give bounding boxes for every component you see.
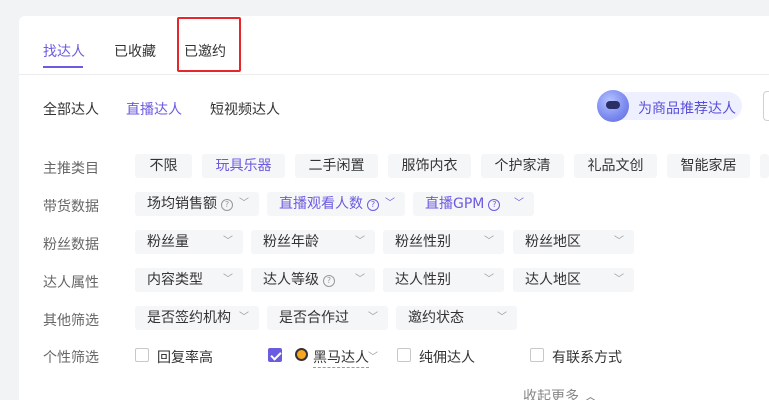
dropdown-label: 是否签约机构 [147,310,231,326]
has-contact-checkbox[interactable] [530,348,544,362]
help-icon[interactable]: ? [488,199,501,211]
truncated-control[interactable] [763,91,769,121]
robot-icon [597,90,629,122]
row-label-fan-data: 粉丝数据 [43,237,99,253]
tabs-divider [19,74,769,75]
tab-favorites[interactable]: 已收藏 [114,41,156,61]
dropdown-label: 粉丝量 [147,234,189,250]
high-reply-rate-checkbox[interactable] [135,348,149,362]
checkbox-label: 黑马达人 [313,347,369,368]
tab-find-creators[interactable]: 找达人 [43,41,85,61]
recommend-label: 为商品推荐达人 [638,101,736,117]
help-icon[interactable]: ? [221,199,233,211]
row-label-category: 主推类目 [43,161,99,177]
category-chip[interactable]: 服饰内衣 [388,154,471,178]
invite-status-dropdown[interactable]: 邀约状态 ﹀ [396,306,517,330]
chevron-down-icon: ﹀ [223,274,233,285]
fan-age-dropdown[interactable]: 粉丝年龄 ﹀ [251,230,375,254]
category-chip[interactable]: 不限 [135,154,192,178]
signed-agency-dropdown[interactable]: 是否签约机构 ﹀ [135,306,259,330]
fan-region-dropdown[interactable]: 粉丝地区 ﹀ [513,230,634,254]
fan-gender-dropdown[interactable]: 粉丝性别 ﹀ [383,230,504,254]
dark-horse-checkbox[interactable] [268,348,282,362]
chevron-down-icon: ﹀ [497,312,507,323]
checkbox-label: 纯佣达人 [419,350,475,366]
category-chip[interactable]: 二手闲置 [295,154,378,178]
pure-commission-checkbox[interactable] [397,348,411,362]
annotation-highlight-box [177,17,241,72]
chevron-down-icon: ﹀ [223,236,233,247]
category-chip[interactable]: 礼品文创 [574,154,657,178]
row-label-sales-data: 带货数据 [43,199,99,215]
dropdown-label: 达人地区 [525,272,581,288]
collaborated-dropdown[interactable]: 是否合作过 ﹀ [267,306,388,330]
dropdown-label: 直播观看人数 [279,196,363,212]
category-chip[interactable]: 智能家居 [667,154,750,178]
row-label-creator-attributes: 达人属性 [43,275,99,291]
category-chip-truncated[interactable] [760,154,769,178]
creator-gender-dropdown[interactable]: 达人性别 ﹀ [383,268,504,292]
subtab-live-creators[interactable]: 直播达人 [126,99,182,119]
creator-region-dropdown[interactable]: 达人地区 ﹀ [513,268,634,292]
sales-per-live-dropdown[interactable]: 场均销售额? ﹀ [135,192,259,216]
checkbox-label: 有联系方式 [552,350,622,366]
chevron-down-icon: ﹀ [239,198,249,209]
dropdown-label: 邀约状态 [408,310,464,326]
row-label-other-filters: 其他筛选 [43,313,99,329]
dropdown-label: 场均销售额 [147,196,217,212]
category-chip[interactable]: 个护家清 [481,154,564,178]
subtab-short-video-creators[interactable]: 短视频达人 [210,99,280,119]
dropdown-label: 粉丝地区 [525,234,581,250]
row-label-personalized: 个性筛选 [43,350,99,366]
chevron-down-icon: ﹀ [484,274,494,285]
subtab-all-creators[interactable]: 全部达人 [43,99,99,119]
category-chip[interactable]: 玩具乐器 [202,154,285,178]
dropdown-label: 粉丝性别 [395,234,451,250]
chevron-down-icon: ﹀ [368,312,378,323]
chevron-down-icon: ﹀ [239,312,249,323]
chevron-down-icon: ﹀ [355,274,365,285]
chevron-down-icon: ﹀ [385,198,395,209]
collapse-more-button[interactable]: 收起更多 ︿ [523,386,597,400]
recommend-creators-button[interactable]: 为商品推荐达人 [597,90,742,122]
dark-horse-icon [295,348,308,361]
help-icon[interactable]: ? [323,275,335,287]
dropdown-label: 内容类型 [147,272,203,288]
dropdown-label: 达人性别 [395,272,451,288]
chevron-down-icon[interactable]: ﹀ [368,348,378,363]
dropdown-label: 直播GPM [425,196,485,212]
dropdown-label: 达人等级 [263,272,319,288]
chevron-down-icon: ﹀ [514,198,524,209]
dropdown-label: 是否合作过 [279,310,349,326]
chevron-down-icon: ﹀ [614,236,624,247]
help-icon[interactable]: ? [367,199,379,211]
dropdown-label: 粉丝年龄 [263,234,319,250]
creator-level-dropdown[interactable]: 达人等级? ﹀ [251,268,375,292]
chevron-down-icon: ﹀ [355,236,365,247]
fan-count-dropdown[interactable]: 粉丝量 ﹀ [135,230,243,254]
live-gpm-dropdown[interactable]: 直播GPM? ﹀ [413,192,534,216]
checkbox-label: 回复率高 [157,350,213,366]
live-viewers-dropdown[interactable]: 直播观看人数? ﹀ [267,192,405,216]
chevron-down-icon: ﹀ [484,236,494,247]
active-tab-indicator [43,66,83,68]
content-type-dropdown[interactable]: 内容类型 ﹀ [135,268,243,292]
chevron-down-icon: ﹀ [614,274,624,285]
